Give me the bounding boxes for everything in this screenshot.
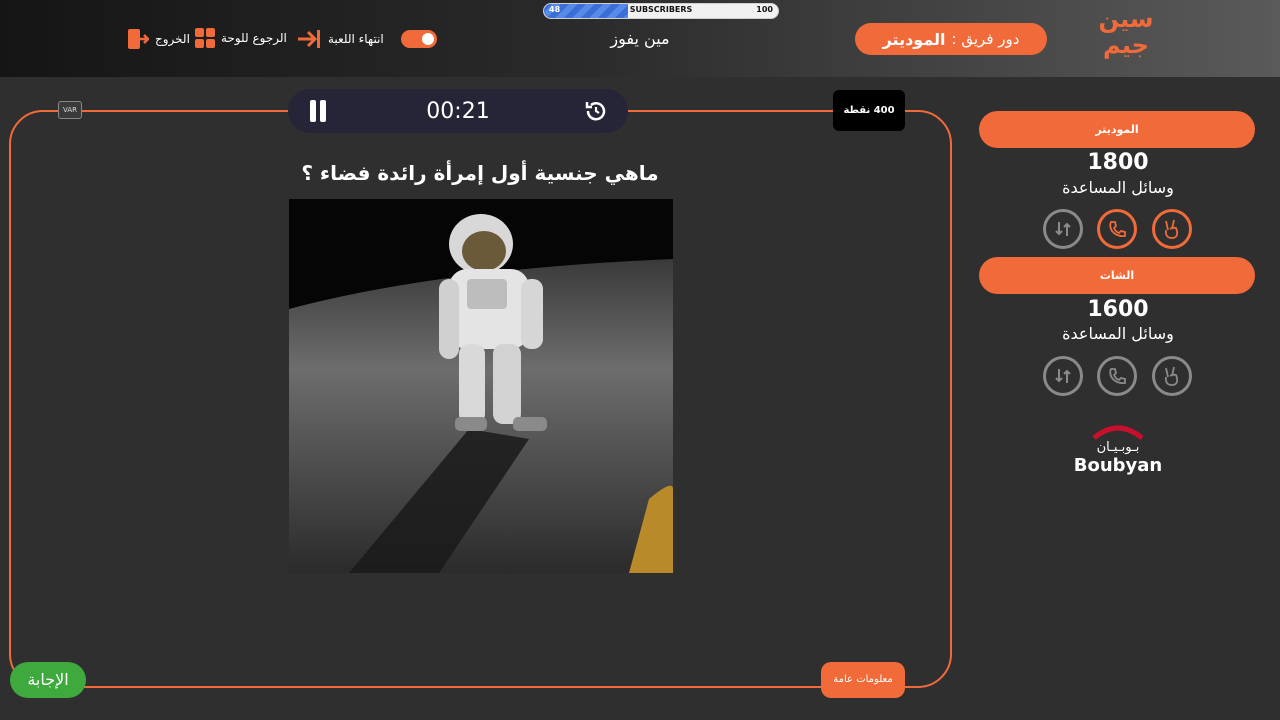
turn-team-name: الموديتر: [882, 29, 946, 49]
timer-bar: 00:21: [288, 89, 628, 133]
question-text: ماهي جنسية أول إمرأة رائدة فضاء ؟: [301, 161, 659, 185]
team-2-name: الشات: [979, 257, 1255, 294]
phone-icon: [1109, 221, 1126, 238]
team-1-name: الموديتر: [979, 111, 1255, 148]
team-1-swap-helper[interactable]: [1043, 209, 1083, 249]
boubyan-arc-icon: [1092, 425, 1144, 440]
turn-indicator: دور فريق : الموديتر: [855, 23, 1047, 55]
settings-toggle[interactable]: [401, 30, 437, 48]
team-1-peace-helper[interactable]: [1152, 209, 1192, 249]
question-points: 400 نقطة: [833, 90, 905, 131]
question-image: [289, 199, 673, 573]
page-title: مين يفوز: [610, 29, 670, 48]
team-2-call-helper[interactable]: [1097, 356, 1137, 396]
sponsor-logo: بـوبـيـان Boubyan: [1060, 420, 1176, 480]
phone-icon: [1109, 368, 1126, 385]
end-game-label: انتهاء اللعبة: [328, 32, 384, 46]
timer-display: 00:21: [426, 99, 490, 124]
team-1-score: 1800: [1087, 150, 1149, 175]
app-logo: سين جيم: [1098, 5, 1154, 59]
exit-button[interactable]: الخروج: [127, 28, 190, 50]
exit-label: الخروج: [155, 32, 190, 46]
var-badge[interactable]: VAR: [58, 101, 82, 119]
peace-hand-icon: [1164, 366, 1179, 386]
grid-icon: [195, 28, 215, 48]
swap-icon: [1055, 222, 1071, 236]
subscribers-max: 100: [756, 5, 773, 14]
end-game-button[interactable]: انتهاء اللعبة: [296, 28, 384, 50]
subscribers-progress-bar: 48 SUBSCRIBERS 100: [543, 3, 779, 19]
peace-hand-icon: [1164, 219, 1179, 239]
category-badge: معلومات عامة: [821, 662, 905, 698]
swap-icon: [1055, 369, 1071, 383]
end-game-icon: [298, 30, 320, 48]
subscribers-label: SUBSCRIBERS: [629, 5, 693, 14]
team-2-peace-helper[interactable]: [1152, 356, 1192, 396]
team-2-score: 1600: [1087, 297, 1149, 322]
answer-button[interactable]: الإجابة: [10, 662, 86, 698]
sponsor-arabic: بـوبـيـان: [1096, 440, 1140, 455]
team-2-helpers-label: وسائل المساعدة: [1062, 324, 1174, 343]
sponsor-english: Boubyan: [1073, 455, 1163, 476]
back-to-board-button[interactable]: الرجوع للوحة: [195, 28, 287, 48]
back-to-board-label: الرجوع للوحة: [221, 31, 287, 45]
team-2-swap-helper[interactable]: [1043, 356, 1083, 396]
reset-timer-icon[interactable]: [584, 99, 608, 123]
exit-icon: [128, 29, 149, 49]
top-header: 48 SUBSCRIBERS 100 الخروج الرجوع للوحة ا…: [0, 0, 1280, 77]
turn-prefix: دور فريق :: [951, 30, 1020, 48]
toggle-icon: [401, 30, 437, 48]
team-1-helpers-label: وسائل المساعدة: [1062, 178, 1174, 197]
team-1-call-helper[interactable]: [1097, 209, 1137, 249]
astronaut-photo: [289, 199, 673, 573]
